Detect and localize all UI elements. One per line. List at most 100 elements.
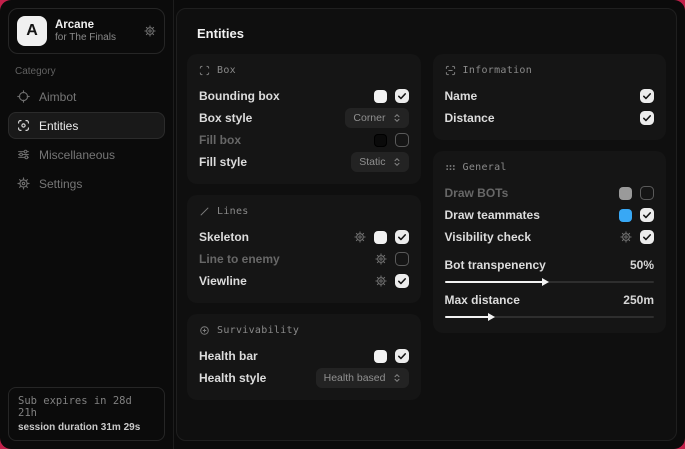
- scan-info-icon: [445, 65, 456, 76]
- sliders-icon: [17, 148, 30, 161]
- survivability-card: Survivability Health bar Health style: [187, 314, 421, 400]
- chevrons-up-down-icon: [393, 157, 401, 167]
- right-column: Information Name Distance: [433, 54, 667, 333]
- checkbox[interactable]: [395, 274, 409, 288]
- gear-icon[interactable]: [144, 25, 156, 37]
- slider-label: Max distance: [445, 293, 520, 307]
- setting-row-box-style: Box style Corner: [199, 107, 409, 129]
- setting-row-skeleton: Skeleton: [199, 226, 409, 248]
- grid-dots-icon: [445, 162, 456, 173]
- left-column: Box Bounding box Box style Corne: [187, 54, 421, 400]
- app-logo: A: [17, 16, 47, 46]
- box-corners-icon: [199, 65, 210, 76]
- general-card: General Draw BOTs Draw teammates: [433, 151, 667, 333]
- checkbox[interactable]: [395, 133, 409, 147]
- setting-label: Box style: [199, 111, 252, 125]
- setting-row-visibility-check: Visibility check: [445, 226, 655, 248]
- box-style-dropdown[interactable]: Corner: [345, 108, 408, 128]
- card-title: Lines: [217, 206, 249, 217]
- setting-label: Health style: [199, 371, 266, 385]
- category-label: Category: [15, 66, 165, 77]
- information-card: Information Name Distance: [433, 54, 667, 140]
- setting-row-fill-style: Fill style Static: [199, 151, 409, 173]
- card-title: Information: [463, 65, 533, 76]
- health-style-dropdown[interactable]: Health based: [316, 368, 409, 388]
- gear-icon: [17, 177, 30, 190]
- dropdown-value: Health based: [324, 372, 386, 384]
- max-distance-slider-group: Max distance 250m: [445, 290, 655, 318]
- sidebar-menu: Aimbot Entities Miscellaneous Settings: [8, 83, 165, 197]
- setting-label: Distance: [445, 111, 495, 125]
- dropdown-value: Corner: [353, 112, 385, 124]
- gear-icon[interactable]: [375, 253, 387, 265]
- sidebar-item-settings[interactable]: Settings: [8, 170, 165, 197]
- sidebar: A Arcane for The Finals Category Aimbot: [0, 0, 174, 449]
- bot-transparency-slider[interactable]: [445, 281, 655, 283]
- sidebar-item-label: Miscellaneous: [39, 148, 115, 162]
- bot-transparency-slider-group: Bot transpenency 50%: [445, 255, 655, 283]
- main-panel: Entities Box Bounding box: [176, 8, 677, 441]
- slider-thumb[interactable]: [488, 313, 495, 321]
- setting-label: Draw teammates: [445, 208, 540, 222]
- max-distance-slider[interactable]: [445, 316, 655, 318]
- lines-card: Lines Skeleton Line to enemy: [187, 195, 421, 303]
- session-duration-text: session duration 31m 29s: [18, 422, 155, 433]
- checkbox[interactable]: [640, 186, 654, 200]
- setting-label: Fill box: [199, 133, 241, 147]
- app-window: A Arcane for The Finals Category Aimbot: [0, 0, 685, 449]
- sub-expires-text: Sub expires in 28d 21h: [18, 395, 155, 419]
- setting-row-draw-bots: Draw BOTs: [445, 182, 655, 204]
- gear-icon[interactable]: [620, 231, 632, 243]
- setting-row-name: Name: [445, 85, 655, 107]
- diagonal-line-icon: [199, 206, 210, 217]
- setting-row-fill-box: Fill box: [199, 129, 409, 151]
- setting-row-bounding-box: Bounding box: [199, 85, 409, 107]
- slider-value: 50%: [630, 258, 654, 272]
- brand-box: A Arcane for The Finals: [8, 8, 165, 54]
- setting-label: Name: [445, 89, 478, 103]
- setting-label: Draw BOTs: [445, 186, 509, 200]
- color-swatch[interactable]: [374, 231, 387, 244]
- setting-row-line-to-enemy: Line to enemy: [199, 248, 409, 270]
- color-swatch[interactable]: [374, 134, 387, 147]
- slider-fill: [445, 281, 546, 283]
- page-title: Entities: [197, 26, 666, 41]
- fill-style-dropdown[interactable]: Static: [351, 152, 408, 172]
- sidebar-item-entities[interactable]: Entities: [8, 112, 165, 139]
- sidebar-item-label: Aimbot: [39, 90, 76, 104]
- setting-row-draw-teammates: Draw teammates: [445, 204, 655, 226]
- color-swatch[interactable]: [619, 209, 632, 222]
- sidebar-item-miscellaneous[interactable]: Miscellaneous: [8, 141, 165, 168]
- scan-eye-icon: [17, 119, 30, 132]
- checkbox[interactable]: [395, 89, 409, 103]
- box-card: Box Bounding box Box style Corne: [187, 54, 421, 184]
- checkbox[interactable]: [395, 230, 409, 244]
- gear-icon[interactable]: [354, 231, 366, 243]
- color-swatch[interactable]: [374, 90, 387, 103]
- checkbox[interactable]: [395, 349, 409, 363]
- app-name: Arcane: [55, 19, 116, 31]
- setting-label: Health bar: [199, 349, 258, 363]
- setting-row-health-style: Health style Health based: [199, 367, 409, 389]
- setting-label: Skeleton: [199, 230, 249, 244]
- sidebar-item-label: Entities: [39, 119, 78, 133]
- checkbox[interactable]: [640, 89, 654, 103]
- setting-label: Viewline: [199, 274, 247, 288]
- slider-value: 250m: [623, 293, 654, 307]
- chevrons-up-down-icon: [393, 373, 401, 383]
- slider-label: Bot transpenency: [445, 258, 546, 272]
- checkbox[interactable]: [640, 208, 654, 222]
- color-swatch[interactable]: [374, 350, 387, 363]
- setting-label: Visibility check: [445, 230, 532, 244]
- color-swatch[interactable]: [619, 187, 632, 200]
- setting-label: Line to enemy: [199, 252, 280, 266]
- checkbox[interactable]: [640, 111, 654, 125]
- checkbox[interactable]: [395, 252, 409, 266]
- dropdown-value: Static: [359, 156, 385, 168]
- sidebar-item-aimbot[interactable]: Aimbot: [8, 83, 165, 110]
- slider-thumb[interactable]: [542, 278, 549, 286]
- gear-icon[interactable]: [375, 275, 387, 287]
- checkbox[interactable]: [640, 230, 654, 244]
- setting-label: Bounding box: [199, 89, 280, 103]
- sidebar-item-label: Settings: [39, 177, 82, 191]
